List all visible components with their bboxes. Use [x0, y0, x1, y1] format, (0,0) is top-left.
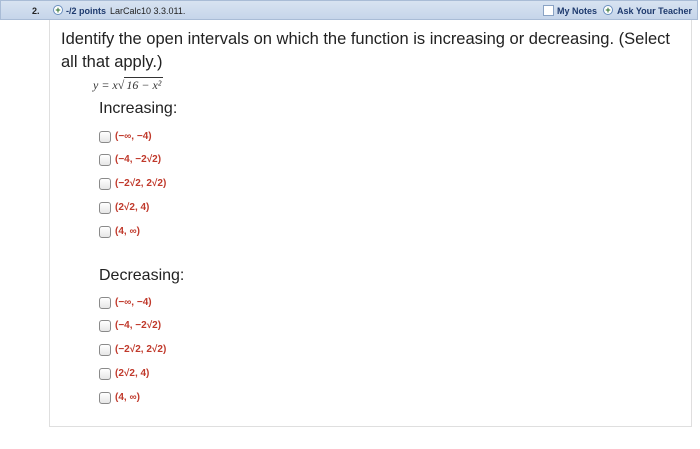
option-label: (−∞, −4): [115, 297, 152, 308]
option-label: (4, ∞): [115, 226, 140, 237]
checkbox[interactable]: [99, 154, 111, 166]
checkbox[interactable]: [99, 297, 111, 309]
my-notes-link[interactable]: My Notes: [557, 6, 597, 16]
checkbox[interactable]: [99, 202, 111, 214]
option-label: (2√2, 4): [115, 368, 150, 379]
option-label: (−2√2, 2√2): [115, 178, 167, 189]
option-label: (−∞, −4): [115, 131, 152, 142]
checkbox[interactable]: [99, 131, 111, 143]
question-body: Identify the open intervals on which the…: [49, 20, 692, 427]
checkbox[interactable]: [99, 344, 111, 356]
question-prompt: Identify the open intervals on which the…: [61, 30, 671, 71]
increasing-title: Increasing:: [99, 100, 178, 117]
function-lhs: y = x: [93, 78, 118, 92]
notes-checkbox-icon[interactable]: [543, 5, 554, 16]
checkbox[interactable]: [99, 226, 111, 238]
points-info: -/2 points LarCalc10 3.3.011.: [66, 6, 185, 16]
points-label: -/2 points: [66, 6, 106, 16]
checkbox[interactable]: [99, 178, 111, 190]
checkbox[interactable]: [99, 368, 111, 380]
question-header: 2. + -/2 points LarCalc10 3.3.011. My Not…: [0, 0, 698, 20]
decreasing-title: Decreasing:: [99, 267, 185, 284]
expand-plus-icon[interactable]: +: [53, 5, 63, 15]
ask-teacher-plus-icon[interactable]: +: [603, 5, 613, 15]
option-label: (−4, −2√2): [115, 154, 162, 165]
option-label: (2√2, 4): [115, 202, 150, 213]
ask-teacher-link[interactable]: Ask Your Teacher: [617, 6, 692, 16]
problem-code: LarCalc10 3.3.011.: [110, 6, 186, 16]
function-expression: y = x√ 16 − x²: [93, 77, 164, 93]
option-label: (4, ∞): [115, 392, 140, 403]
function-radicand: 16 − x²: [124, 77, 164, 92]
checkbox[interactable]: [99, 320, 111, 332]
checkbox[interactable]: [99, 392, 111, 404]
option-label: (−4, −2√2): [115, 320, 162, 331]
question-number: 2.: [32, 6, 40, 16]
option-label: (−2√2, 2√2): [115, 344, 167, 355]
